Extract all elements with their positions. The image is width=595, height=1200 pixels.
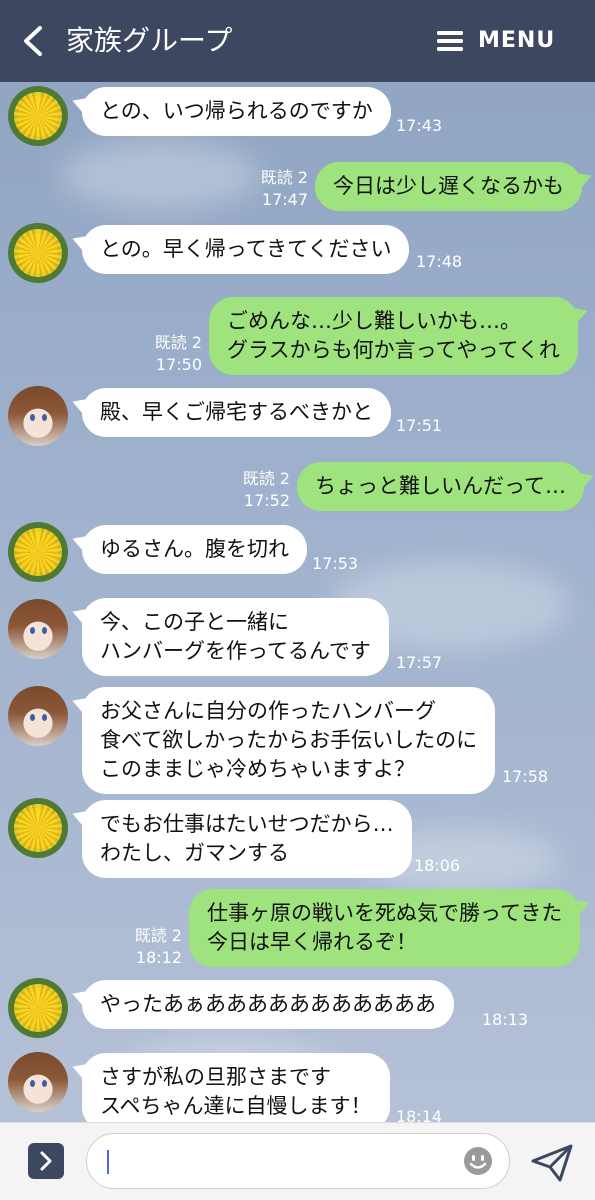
app-header: 家族グループ MENU [0, 0, 595, 82]
message-text: 仕事ヶ原の戦いを死ぬ気で勝ってきた 今日は早く帰れるぞ！ [189, 889, 581, 967]
chevron-left-icon[interactable] [18, 24, 46, 58]
message-text: ゆるさん。腹を切れ [82, 525, 307, 574]
smiley-icon[interactable] [463, 1146, 493, 1176]
message-text: ちょっと難しいんだって… [297, 462, 584, 511]
message-time: 18:12 [135, 948, 182, 967]
message-text: やったあぁあああああああああああ [82, 980, 454, 1029]
avatar-dandelion[interactable] [8, 522, 68, 582]
message-text: との。早く帰ってきてください [82, 225, 410, 274]
menu-button[interactable]: MENU [478, 26, 555, 56]
message-time: 18:13 [482, 1010, 529, 1029]
avatar-dandelion[interactable] [8, 978, 68, 1038]
message-time: 18:14 [396, 1107, 443, 1122]
message-time: 17:51 [396, 416, 443, 435]
message-time: 17:58 [502, 767, 549, 786]
message-text: ごめんな…少し難しいかも…。 グラスからも何か言ってやってくれ [209, 297, 578, 375]
chat-title: 家族グループ [66, 24, 233, 57]
message-text: 殿、早くご帰宅するべきかと [82, 388, 391, 437]
chevron-right-icon [40, 1151, 52, 1171]
message-input[interactable] [86, 1133, 510, 1189]
paper-plane-icon[interactable] [530, 1143, 574, 1183]
avatar-girl[interactable] [8, 686, 68, 746]
avatar-girl[interactable] [8, 1052, 68, 1112]
message-time: 17:57 [396, 653, 443, 672]
avatar-dandelion[interactable] [8, 798, 68, 858]
read-receipt: 既読 2 [134, 926, 182, 945]
read-receipt: 既読 2 [260, 168, 308, 187]
text-caret [107, 1150, 109, 1174]
message-time: 17:50 [155, 355, 202, 374]
message-time: 17:53 [312, 554, 359, 573]
hamburger-icon[interactable] [437, 29, 463, 53]
message-text: さすが私の旦那さまです スペちゃん達に自慢します！ [82, 1053, 390, 1122]
message-list[interactable]: との、いつ帰られるのですか 17:43 既読 2 17:47 今日は少し遅くなる… [0, 82, 595, 1122]
message-text: との、いつ帰られるのですか [82, 87, 391, 136]
message-time: 17:52 [243, 491, 290, 510]
message-text: 今日は少し遅くなるかも [315, 162, 582, 211]
message-time: 17:43 [396, 116, 443, 135]
message-text: お父さんに自分の作ったハンバーグ 食べて欲しかったからお手伝いしたのに このまま… [82, 687, 496, 794]
message-text: でもお仕事はたいせつだから… わたし、ガマンする [82, 800, 412, 878]
message-time: 18:06 [414, 856, 461, 875]
message-time: 17:47 [261, 190, 308, 209]
avatar-dandelion[interactable] [8, 223, 68, 283]
expand-menu-button[interactable] [28, 1143, 64, 1179]
avatar-dandelion[interactable] [8, 86, 68, 146]
composer-bar [0, 1122, 595, 1200]
avatar-girl[interactable] [8, 386, 68, 446]
message-text: 今、この子と一緒に ハンバーグを作ってるんです [82, 598, 389, 676]
read-receipt: 既読 2 [242, 469, 290, 488]
avatar-girl[interactable] [8, 599, 68, 659]
read-receipt: 既読 2 [154, 333, 202, 352]
message-time: 17:48 [416, 252, 463, 271]
